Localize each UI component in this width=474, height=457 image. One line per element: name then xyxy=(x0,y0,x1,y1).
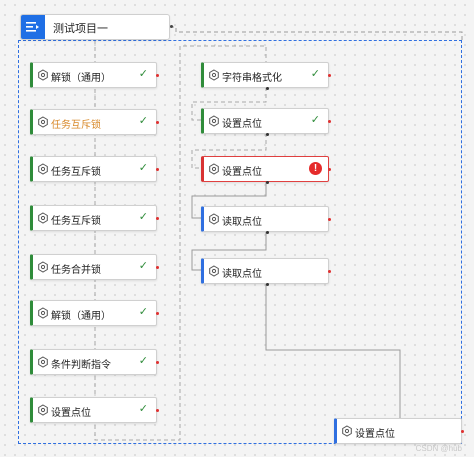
workflow-node-error[interactable]: 设置点位 ! xyxy=(201,156,331,184)
gear-icon xyxy=(209,115,219,127)
checkmark-icon: ✓ xyxy=(138,260,148,272)
output-port[interactable] xyxy=(156,409,159,412)
output-port[interactable] xyxy=(328,218,331,221)
output-port[interactable] xyxy=(328,74,331,77)
workflow-node[interactable]: 条件判断指令 ✓ xyxy=(30,349,159,375)
output-port[interactable] xyxy=(156,74,159,77)
workflow-node[interactable]: 任务合并锁 ✓ xyxy=(30,254,159,280)
workflow-node[interactable]: 任务互斥锁 ✓ xyxy=(30,109,159,135)
node-label: 设置点位 xyxy=(222,119,262,130)
node-label: 任务互斥锁 xyxy=(51,216,101,227)
output-port[interactable] xyxy=(328,120,331,123)
bottom-port[interactable] xyxy=(266,283,269,286)
workflow-node[interactable]: 解锁（通用） ✓ xyxy=(30,62,159,88)
gear-icon xyxy=(38,163,48,175)
workflow-node[interactable]: 设置点位 ✓ xyxy=(201,108,331,136)
output-port[interactable] xyxy=(328,168,331,171)
output-port[interactable] xyxy=(156,121,159,124)
gear-icon xyxy=(38,404,48,416)
root-title: 测试项目一 xyxy=(53,23,108,35)
checkmark-icon: ✓ xyxy=(138,355,148,367)
checkmark-icon: ✓ xyxy=(138,306,148,318)
root-node[interactable]: 测试项目一 xyxy=(20,14,173,40)
output-port[interactable] xyxy=(461,430,464,433)
output-port[interactable] xyxy=(156,266,159,269)
checkmark-icon: ✓ xyxy=(138,162,148,174)
gear-icon xyxy=(38,212,48,224)
bottom-port[interactable] xyxy=(266,87,269,90)
gear-icon xyxy=(38,356,48,368)
workflow-list-icon xyxy=(21,15,45,39)
checkmark-icon: ✓ xyxy=(138,211,148,223)
group-container xyxy=(18,40,462,444)
gear-icon xyxy=(38,307,48,319)
gear-icon xyxy=(38,261,48,273)
bottom-port[interactable] xyxy=(266,181,269,184)
workflow-node[interactable]: 设置点位 ✓ xyxy=(30,397,159,423)
node-label: 读取点位 xyxy=(222,269,262,280)
node-label: 任务合并锁 xyxy=(51,265,101,276)
workflow-node[interactable]: 任务互斥锁 ✓ xyxy=(30,156,159,182)
node-label: 字符串格式化 xyxy=(222,73,282,84)
bottom-port[interactable] xyxy=(266,133,269,136)
node-label: 读取点位 xyxy=(222,217,262,228)
workflow-node[interactable]: 字符串格式化 ✓ xyxy=(201,62,331,90)
node-label: 设置点位 xyxy=(222,167,262,178)
workflow-node[interactable]: 任务互斥锁 ✓ xyxy=(30,205,159,231)
output-port[interactable] xyxy=(156,312,159,315)
gear-icon xyxy=(342,425,352,437)
gear-icon xyxy=(209,213,219,225)
watermark: CSDN @hub xyxy=(415,444,462,453)
gear-icon xyxy=(38,116,48,128)
root-output-port[interactable] xyxy=(170,25,173,28)
gear-icon xyxy=(209,163,219,175)
gear-icon xyxy=(209,69,219,81)
workflow-node[interactable]: 设置点位 xyxy=(334,418,464,444)
output-port[interactable] xyxy=(156,168,159,171)
node-label: 任务互斥锁 xyxy=(51,167,101,178)
node-label: 解锁（通用） xyxy=(51,73,111,84)
checkmark-icon: ✓ xyxy=(138,403,148,415)
output-port[interactable] xyxy=(156,217,159,220)
node-label: 任务互斥锁 xyxy=(51,120,101,131)
node-label: 设置点位 xyxy=(51,408,91,419)
output-port[interactable] xyxy=(328,270,331,273)
node-label: 解锁（通用） xyxy=(51,311,111,322)
node-label: 条件判断指令 xyxy=(51,360,111,371)
workflow-node[interactable]: 解锁（通用） ✓ xyxy=(30,300,159,326)
node-label: 设置点位 xyxy=(355,429,395,440)
checkmark-icon: ✓ xyxy=(138,68,148,80)
bottom-port[interactable] xyxy=(266,231,269,234)
checkmark-icon: ✓ xyxy=(310,68,320,80)
workflow-node[interactable]: 读取点位 xyxy=(201,258,331,286)
error-icon[interactable]: ! xyxy=(309,162,322,175)
connector xyxy=(170,26,463,40)
checkmark-icon: ✓ xyxy=(138,115,148,127)
output-port[interactable] xyxy=(156,361,159,364)
gear-icon xyxy=(209,265,219,277)
gear-icon xyxy=(38,69,48,81)
workflow-node[interactable]: 读取点位 xyxy=(201,206,331,234)
checkmark-icon: ✓ xyxy=(310,114,320,126)
